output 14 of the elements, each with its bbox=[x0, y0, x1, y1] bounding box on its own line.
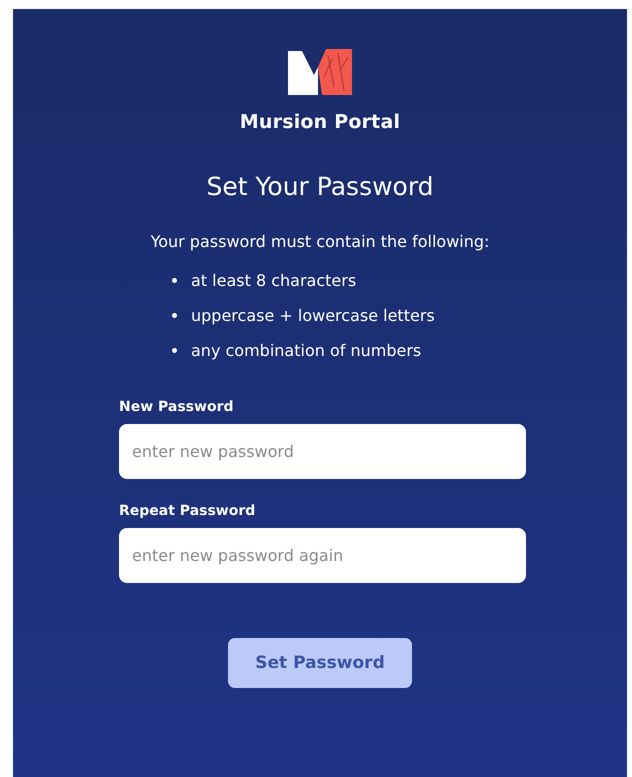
password-field[interactable]: enter new password bbox=[119, 424, 526, 479]
bullet-icon bbox=[172, 278, 177, 283]
requirement-text: uppercase + lowercase letters bbox=[191, 305, 435, 326]
requirements-intro: Your password must contain the following: bbox=[150, 232, 490, 251]
password-field[interactable]: enter new password again bbox=[119, 528, 526, 583]
requirement-text: any combination of numbers bbox=[191, 340, 422, 361]
bullet-icon bbox=[172, 348, 177, 353]
brand-name: Mursion Portal bbox=[240, 111, 400, 133]
bullet-icon bbox=[172, 313, 177, 318]
field-label: Repeat Password bbox=[119, 503, 256, 519]
logo-icon bbox=[288, 47, 352, 97]
requirement-text: at least 8 characters bbox=[191, 270, 356, 291]
field-label: New Password bbox=[119, 399, 234, 415]
page-title: Set Your Password bbox=[206, 172, 434, 201]
